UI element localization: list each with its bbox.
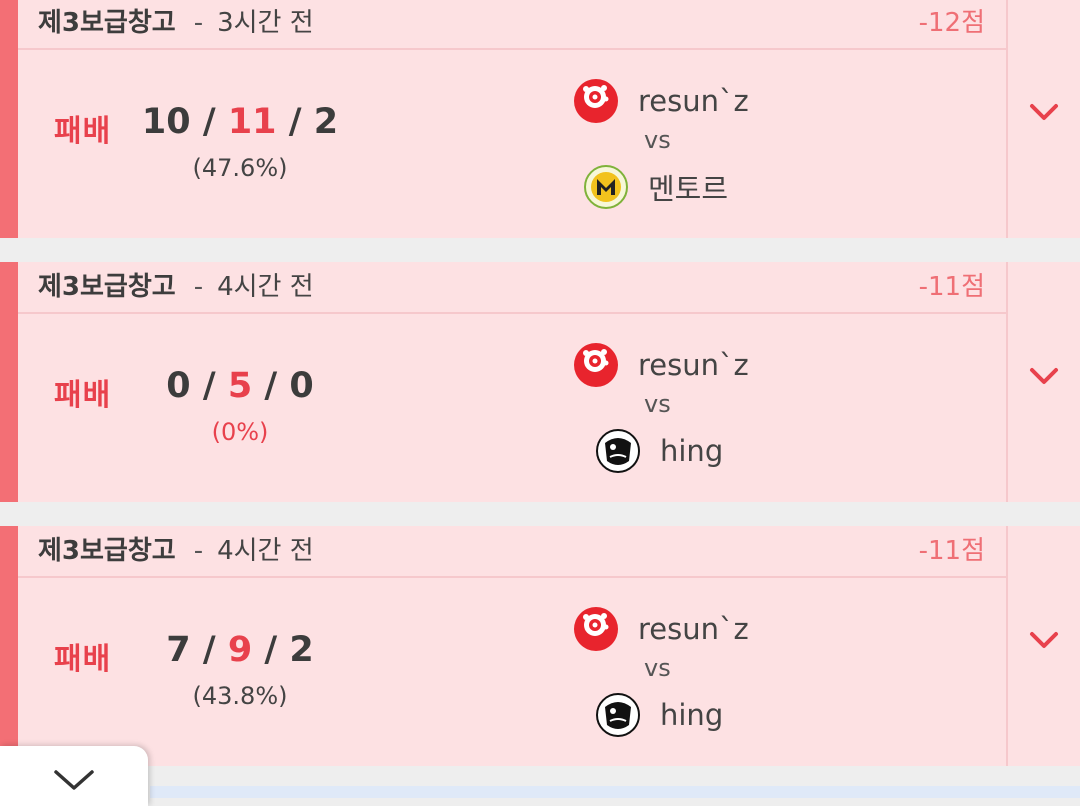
chevron-down-icon[interactable] — [1026, 626, 1062, 654]
separator: - — [193, 272, 204, 302]
score-change: -11점 — [918, 536, 985, 566]
separator: - — [193, 536, 204, 566]
team-a[interactable]: resun`z — [574, 340, 749, 390]
chevron-down-icon — [54, 770, 94, 790]
team-b-name: 멘토르 — [648, 172, 729, 206]
header-divider — [18, 48, 1006, 50]
slash: / — [264, 366, 278, 406]
match-header: 제3보급창고 -4시간 전 — [38, 530, 314, 572]
kills: 0 — [166, 366, 191, 406]
red-emblem-icon — [574, 79, 618, 123]
red-emblem-icon — [574, 343, 618, 387]
result-label: 패배 — [54, 378, 112, 413]
slash: / — [202, 630, 216, 670]
match-header: 제3보급창고 -3시간 전 — [38, 2, 314, 44]
assists: 2 — [313, 102, 339, 142]
match-card[interactable]: 제3보급창고 -4시간 전 -11점 패배 7 / 9 / 2 (43.8%) r… — [0, 526, 1080, 766]
match-header: 제3보급창고 -4시간 전 — [38, 266, 314, 308]
kda-ratio: (47.6%) — [192, 154, 288, 182]
expand-divider — [1006, 0, 1008, 238]
loss-indicator-strip — [0, 262, 18, 502]
team-b[interactable]: hing — [596, 690, 723, 740]
deaths: 9 — [227, 630, 253, 670]
separator: - — [193, 8, 204, 38]
assists: 0 — [289, 366, 314, 406]
vs-label: vs — [644, 654, 671, 682]
score-change: -11점 — [918, 272, 985, 302]
map-name: 제3보급창고 — [38, 272, 176, 302]
loss-indicator-strip — [0, 526, 18, 766]
map-name: 제3보급창고 — [38, 8, 176, 38]
header-divider — [18, 576, 1006, 578]
vs-label: vs — [644, 126, 671, 154]
vs-label: vs — [644, 390, 671, 418]
team-b[interactable]: 멘토르 — [584, 162, 728, 212]
kda-stat: 10 / 11 / 2 — [120, 102, 360, 142]
scroll-down-button[interactable] — [0, 746, 148, 806]
team-a-name: resun`z — [638, 612, 749, 646]
slash: / — [264, 630, 278, 670]
loss-indicator-strip — [0, 0, 18, 238]
match-card[interactable]: 제3보급창고 -3시간 전 -12점 패배 10 / 11 / 2 (47.6%)… — [0, 0, 1080, 238]
chevron-down-icon[interactable] — [1026, 362, 1062, 390]
team-b-name: hing — [660, 698, 724, 732]
deaths: 11 — [227, 102, 277, 142]
assists: 2 — [289, 630, 314, 670]
result-label: 패배 — [54, 642, 112, 677]
team-a[interactable]: resun`z — [574, 604, 749, 654]
time-ago: 4시간 전 — [217, 536, 314, 566]
team-a-name: resun`z — [638, 348, 749, 382]
deaths: 5 — [227, 366, 253, 406]
black-bird-emblem-icon — [596, 429, 640, 473]
result-label: 패배 — [54, 114, 112, 149]
red-emblem-icon — [574, 607, 618, 651]
expand-divider — [1006, 262, 1008, 502]
header-divider — [18, 312, 1006, 314]
team-b[interactable]: hing — [596, 426, 723, 476]
kda-stat: 7 / 9 / 2 — [120, 630, 360, 670]
time-ago: 4시간 전 — [217, 272, 314, 302]
time-ago: 3시간 전 — [217, 8, 314, 38]
match-card[interactable]: 제3보급창고 -4시간 전 -11점 패배 0 / 5 / 0 (0%) resu… — [0, 262, 1080, 502]
score-change: -12점 — [918, 8, 985, 38]
slash: / — [288, 102, 302, 142]
map-name: 제3보급창고 — [38, 536, 176, 566]
mentor-m-emblem-icon — [584, 165, 628, 209]
kda-stat: 0 / 5 / 0 — [120, 366, 360, 406]
expand-divider — [1006, 526, 1008, 766]
slash: / — [202, 102, 216, 142]
chevron-down-icon[interactable] — [1026, 98, 1062, 126]
team-b-name: hing — [660, 434, 724, 468]
next-match-card[interactable] — [150, 786, 1080, 798]
slash: / — [202, 366, 216, 406]
black-bird-emblem-icon — [596, 693, 640, 737]
kda-ratio: (43.8%) — [192, 682, 288, 710]
kda-ratio: (0%) — [211, 418, 269, 446]
team-a[interactable]: resun`z — [574, 76, 749, 126]
team-a-name: resun`z — [638, 84, 749, 118]
kills: 7 — [166, 630, 191, 670]
kills: 10 — [141, 102, 191, 142]
